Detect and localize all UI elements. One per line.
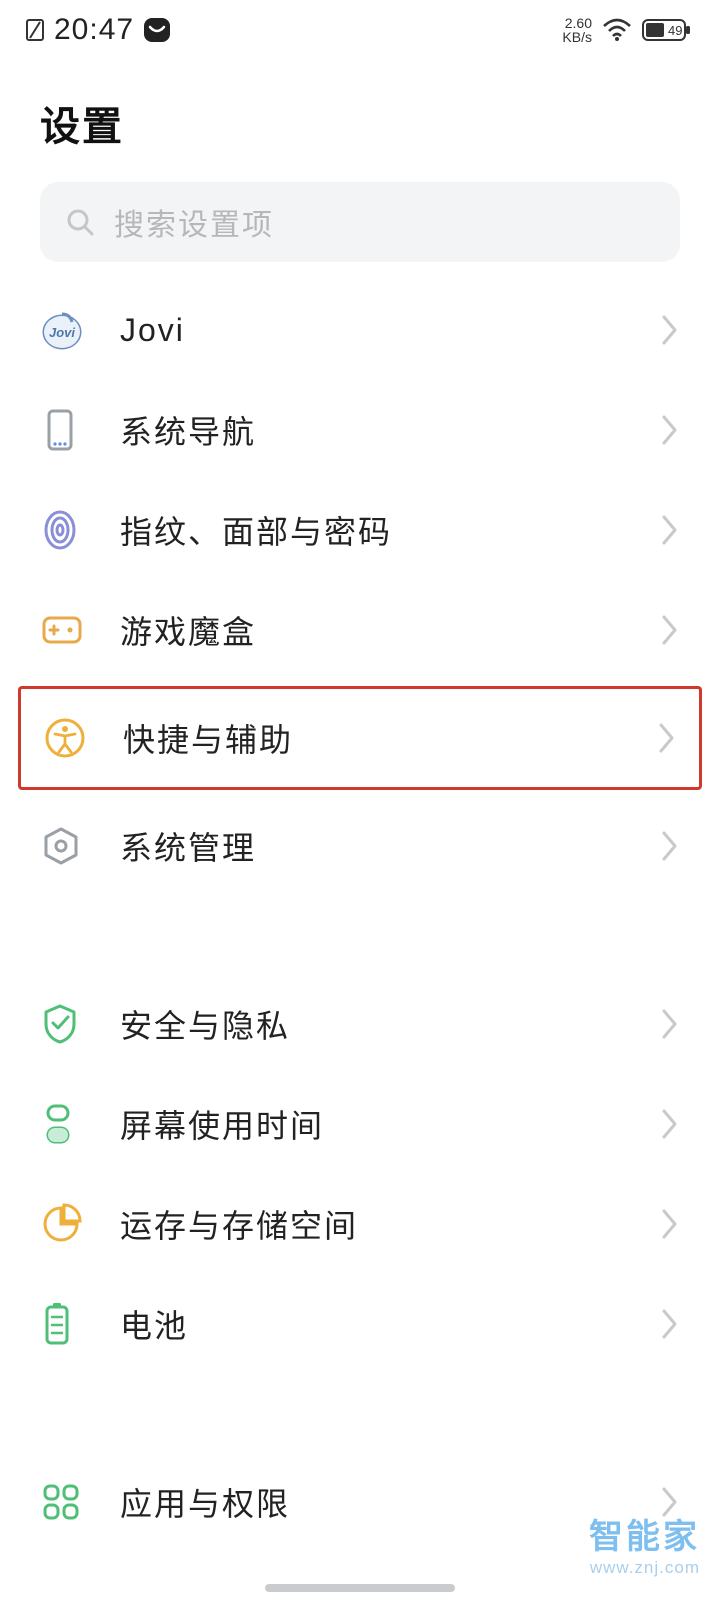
page-title: 设置 [0, 60, 720, 182]
chevron-right-icon [657, 721, 677, 755]
row-security[interactable]: 安全与隐私 [0, 974, 720, 1074]
watermark-url: www.znj.com [589, 1558, 700, 1578]
row-screen-time[interactable]: 屏幕使用时间 [0, 1074, 720, 1174]
app-drawer-icon [142, 15, 172, 45]
chevron-right-icon [660, 413, 680, 447]
row-game-label: 游戏魔盒 [96, 607, 660, 653]
row-security-label: 安全与隐私 [96, 1001, 660, 1047]
fingerprint-icon [40, 508, 96, 552]
phone-nav-icon [40, 408, 96, 452]
chevron-right-icon [660, 1007, 680, 1041]
settings-list: Jovi Jovi 系统导航 指纹、面部与密码 游戏魔盒 [0, 280, 720, 1552]
row-apps-label: 应用与权限 [96, 1479, 660, 1525]
row-game-box[interactable]: 游戏魔盒 [0, 580, 720, 680]
group-gap [0, 896, 720, 974]
battery-icon: 49 [642, 18, 692, 42]
hourglass-icon [40, 1102, 96, 1146]
wifi-icon [602, 18, 632, 42]
apps-grid-icon [40, 1481, 96, 1523]
gamepad-icon [40, 610, 96, 650]
row-shortcut-label: 快捷与辅助 [99, 715, 657, 761]
search-container: 搜索设置项 [0, 182, 720, 280]
battery-text: 49 [668, 23, 682, 38]
row-sysmgmt-label: 系统管理 [96, 823, 660, 869]
chevron-right-icon [660, 313, 680, 347]
row-shortcut-highlighted[interactable]: 快捷与辅助 [18, 686, 702, 790]
net-speed: 2.60 KB/s [562, 16, 592, 44]
search-placeholder: 搜索设置项 [114, 200, 274, 244]
row-battery[interactable]: 电池 [0, 1274, 720, 1374]
status-time: 20:47 [54, 13, 134, 47]
row-jovi-label: Jovi [96, 312, 660, 349]
accessibility-icon [43, 716, 99, 760]
screen: 20:47 2.60 KB/s 49 设置 搜索设置项 [0, 0, 720, 1600]
row-storage-label: 运存与存储空间 [96, 1201, 660, 1247]
chevron-right-icon [660, 1207, 680, 1241]
status-bar-right: 2.60 KB/s 49 [562, 16, 692, 44]
row-jovi[interactable]: Jovi Jovi [0, 280, 720, 380]
pie-storage-icon [40, 1203, 96, 1245]
chevron-right-icon [660, 513, 680, 547]
chevron-right-icon [660, 829, 680, 863]
row-biometrics[interactable]: 指纹、面部与密码 [0, 480, 720, 580]
shield-check-icon [40, 1002, 96, 1046]
row-screentime-label: 屏幕使用时间 [96, 1101, 660, 1147]
search-icon [64, 206, 96, 238]
chevron-right-icon [660, 1307, 680, 1341]
row-battery-label: 电池 [96, 1301, 660, 1347]
chevron-right-icon [660, 1107, 680, 1141]
watermark: 智能家 www.znj.com [589, 1509, 700, 1578]
chevron-right-icon [660, 613, 680, 647]
status-bar-left: 20:47 [24, 13, 172, 47]
jovi-icon: Jovi [40, 308, 96, 352]
watermark-brand: 智能家 [589, 1509, 700, 1558]
svg-text:Jovi: Jovi [49, 325, 75, 340]
search-input[interactable]: 搜索设置项 [40, 182, 680, 262]
status-bar: 20:47 2.60 KB/s 49 [0, 0, 720, 60]
group-gap-2 [0, 1374, 720, 1452]
row-biometric-label: 指纹、面部与密码 [96, 507, 660, 553]
home-indicator[interactable] [265, 1584, 455, 1592]
battery-vert-icon [40, 1301, 96, 1347]
gear-hex-icon [40, 825, 96, 867]
row-storage[interactable]: 运存与存储空间 [0, 1174, 720, 1274]
row-nav-label: 系统导航 [96, 407, 660, 453]
net-speed-unit: KB/s [562, 30, 592, 44]
row-system-mgmt[interactable]: 系统管理 [0, 796, 720, 896]
no-sim-icon [24, 17, 46, 43]
row-system-navigation[interactable]: 系统导航 [0, 380, 720, 480]
net-speed-value: 2.60 [562, 16, 592, 30]
